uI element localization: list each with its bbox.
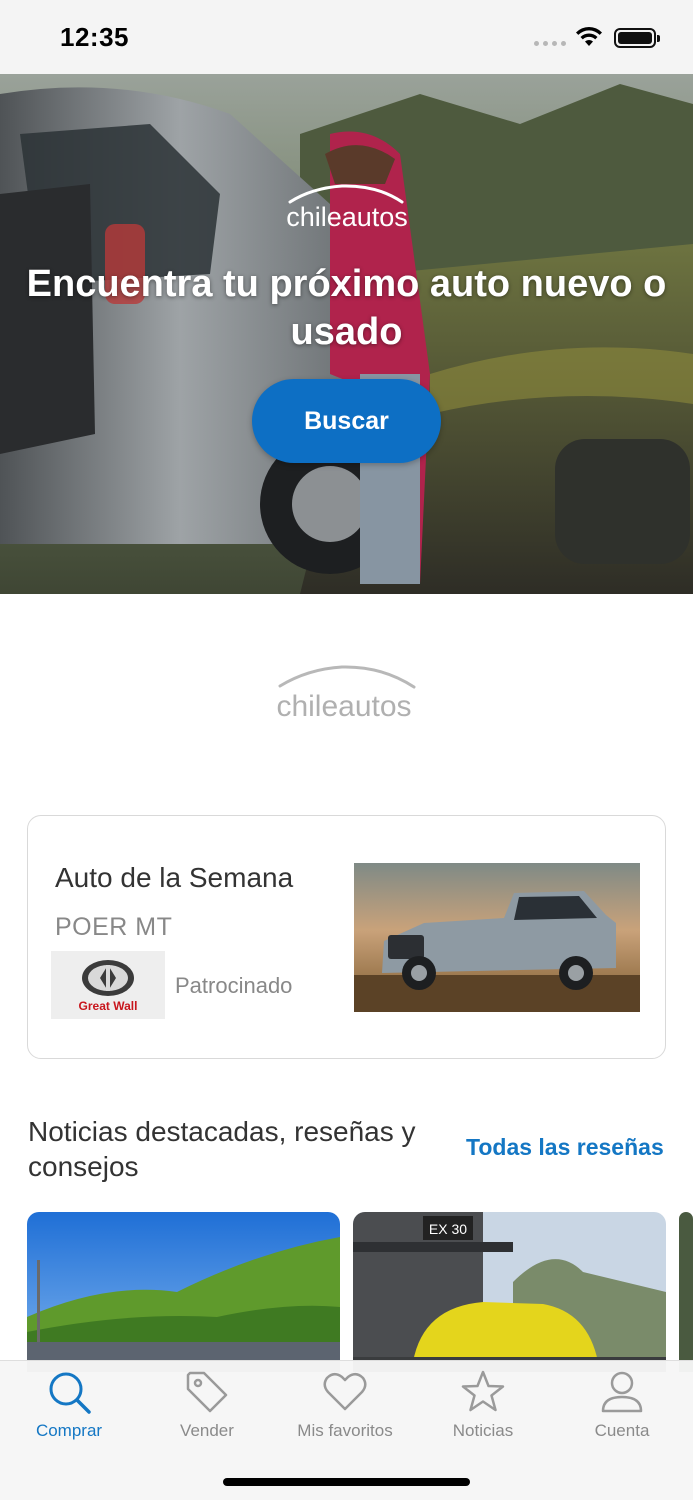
car-of-the-week-card[interactable]: Auto de la Semana POER MT Great Wall Pat… [27, 815, 666, 1059]
news-section-title: Noticias destacadas, reseñas y consejos [28, 1116, 416, 1182]
tab-mis-favoritos[interactable]: Mis favoritos [276, 1369, 414, 1441]
car-outline-icon: chileautos [286, 184, 408, 232]
news-photo: EX 30 [353, 1212, 666, 1372]
news-card[interactable] [679, 1212, 693, 1372]
tag-icon [186, 1371, 228, 1413]
logo-text: chileautos [276, 690, 411, 722]
hero-title: Encuentra tu próximo auto nuevo o usado [26, 263, 667, 353]
tab-vender[interactable]: Vender [138, 1369, 276, 1441]
home-indicator[interactable] [223, 1478, 470, 1486]
search-button[interactable]: Buscar [252, 379, 441, 463]
star-icon [461, 1370, 505, 1412]
chileautos-logo-gray: chileautos [0, 660, 693, 722]
brand-name: Great Wall [78, 998, 138, 1013]
user-icon [601, 1371, 643, 1413]
car-outline-icon: chileautos [276, 665, 415, 722]
sponsored-label: Patrocinado [175, 973, 293, 998]
tab-label: Comprar [35, 1421, 103, 1440]
car-model: POER MT [55, 913, 173, 941]
great-wall-logo-icon [82, 959, 134, 996]
tab-label: Cuenta [594, 1421, 650, 1440]
status-time: 12:35 [60, 22, 129, 52]
svg-text:EX 30: EX 30 [429, 1221, 467, 1237]
hero-banner: chileautos Encuentra tu próximo auto nue… [0, 74, 693, 594]
all-reviews-link[interactable]: Todas las reseñas [466, 1134, 664, 1161]
tab-noticias[interactable]: Noticias [414, 1369, 552, 1441]
cellular-signal-icon [534, 41, 566, 46]
heart-icon [323, 1373, 367, 1411]
status-bar: 12:35 [0, 0, 693, 74]
tab-label: Vender [180, 1421, 234, 1440]
news-card[interactable]: EX 30 [353, 1212, 666, 1372]
car-photo [354, 863, 640, 1012]
tab-comprar[interactable]: Comprar [0, 1369, 138, 1441]
chileautos-logo: chileautos [0, 180, 693, 232]
tab-label: Mis favoritos [297, 1421, 393, 1440]
logo-text: chileautos [286, 202, 408, 232]
news-photo [27, 1212, 340, 1372]
card-title: Auto de la Semana [55, 862, 294, 893]
wifi-icon [576, 26, 602, 46]
news-card[interactable] [27, 1212, 340, 1372]
brand-logo: Great Wall [51, 951, 165, 1019]
search-icon [49, 1372, 91, 1414]
battery-icon [614, 28, 660, 48]
tab-label: Noticias [452, 1421, 514, 1440]
tab-cuenta[interactable]: Cuenta [553, 1369, 691, 1441]
